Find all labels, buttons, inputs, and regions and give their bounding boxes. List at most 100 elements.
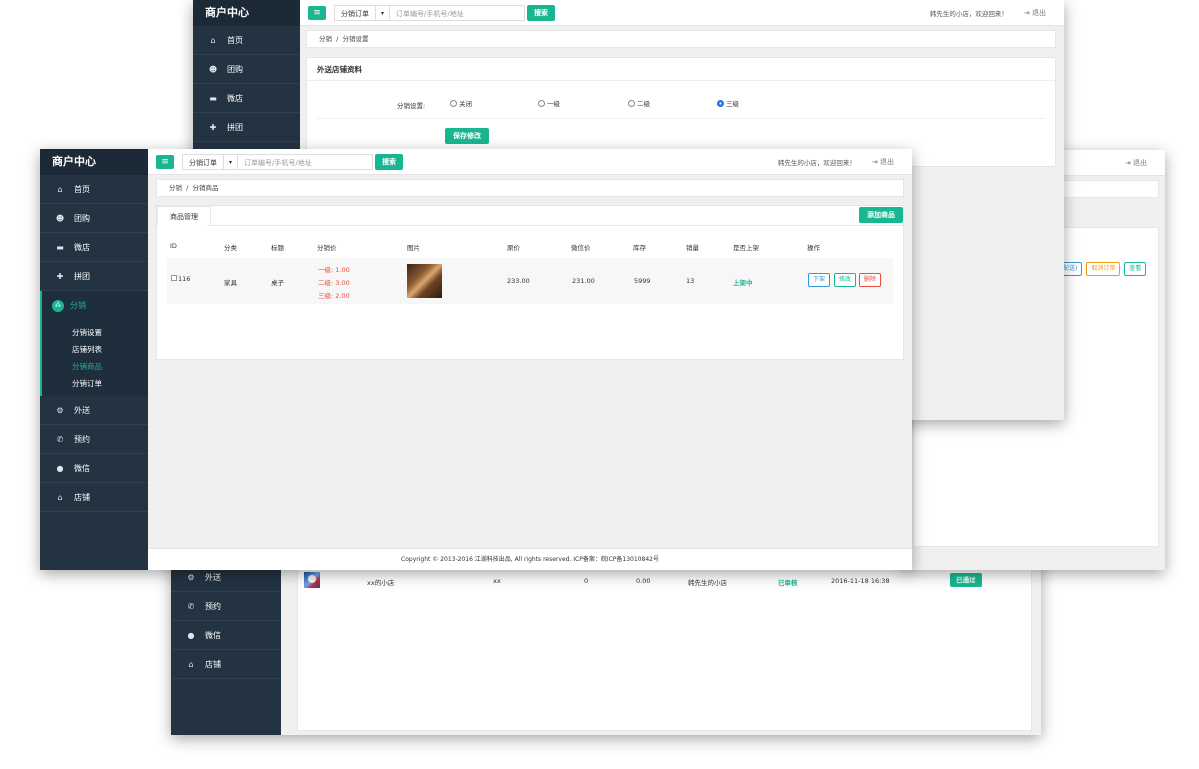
sidebar: 商户中心 ⌂ 首页 ☻ 团购 ▬ 微店 ✚ 拼团 ⁂ 分销 分销设置 店铺列表 分销商品 …: [40, 149, 148, 570]
sidebar-item-label: 团购: [74, 213, 90, 223]
row-checkbox[interactable]: [171, 275, 177, 281]
card-icon: ▬: [56, 242, 64, 252]
section-title: 外送店铺资料: [317, 65, 362, 74]
sidebar-item-dianpu[interactable]: ⌂ 店铺: [171, 650, 281, 679]
logout-label: 退出: [880, 157, 894, 166]
cell-wechat-price: 231.00: [572, 277, 595, 285]
sidebar-item-fenxiao[interactable]: ⁂ 分销: [42, 291, 148, 320]
search-button[interactable]: 搜索: [527, 4, 555, 21]
column-header: 销量: [686, 244, 699, 252]
sidebar-item-label: 微信: [205, 630, 221, 640]
sidebar-item-weidian[interactable]: ▬ 微店: [193, 84, 300, 113]
sidebar-item-yuyue[interactable]: ✆ 预约: [40, 425, 148, 454]
radio-icon[interactable]: [538, 99, 545, 107]
cell-status: 上架中: [733, 279, 753, 287]
sidebar-item-dianpu[interactable]: ⌂ 店铺: [40, 483, 148, 512]
sidebar-item-tuangou[interactable]: ☻ 团购: [40, 204, 148, 233]
cancel-order-button[interactable]: 取消订单: [1086, 262, 1121, 276]
radio-icon[interactable]: [628, 99, 635, 107]
tab-product-management[interactable]: 商品管理: [157, 206, 211, 226]
sidebar-item-label: 拼团: [74, 271, 90, 281]
avatar: [304, 571, 320, 588]
motorcycle-icon: ⚙: [56, 405, 64, 415]
breadcrumb-bar: 分销 / 分销设置: [306, 30, 1056, 48]
radio-label: 关闭: [459, 100, 472, 108]
add-product-button[interactable]: 添加商品: [859, 207, 903, 223]
user-plus-icon: ✚: [209, 122, 217, 132]
search-type-select[interactable]: 分销订单: [182, 153, 224, 170]
sidebar-item-weixin[interactable]: ● 微信: [171, 621, 281, 650]
submenu-fenxiao-orders[interactable]: 分销订单: [72, 375, 148, 392]
setting-label: 分销设置:: [397, 102, 426, 110]
sidebar-item-waisong[interactable]: ⚙ 外送: [40, 396, 148, 425]
column-header: 标题: [271, 244, 284, 252]
radio-icon[interactable]: [450, 99, 457, 107]
submenu-fenxiao-settings[interactable]: 分销设置: [72, 324, 148, 341]
cell-tier-3: 三级: 2.00: [318, 292, 350, 300]
sidebar-item-yuyue[interactable]: ✆ 预约: [171, 592, 281, 621]
logout-label: 退出: [1032, 8, 1046, 17]
brand-title: 商户中心: [193, 0, 300, 26]
approved-button[interactable]: 已通过: [950, 572, 982, 587]
search-type-select[interactable]: 分销订单: [334, 4, 376, 21]
chevron-down-icon[interactable]: ▾: [224, 153, 238, 170]
cell-shop-name: xx的小店: [367, 578, 395, 587]
bank-icon: ⌂: [188, 659, 194, 669]
sidebar-item-home[interactable]: ⌂ 首页: [193, 26, 300, 55]
sidebar-item-tuangou[interactable]: ☻ 团购: [193, 55, 300, 84]
logout-link[interactable]: ⇥ 退出: [872, 157, 894, 167]
sidebar-item-pintuan[interactable]: ✚ 拼团: [40, 262, 148, 291]
radio-option[interactable]: 二级: [628, 98, 650, 108]
sidebar-item-label: 微店: [74, 242, 90, 252]
logout-link[interactable]: ⇥ 退出: [1024, 8, 1046, 18]
search-button[interactable]: 搜索: [375, 153, 403, 170]
sidebar-item-label: 分销: [70, 301, 86, 310]
sidebar-item-label: 首页: [74, 184, 90, 194]
radio-option[interactable]: 一级: [538, 98, 560, 108]
sidebar-item-weidian[interactable]: ▬ 微店: [40, 233, 148, 262]
column-header: 是否上架: [733, 244, 759, 252]
breadcrumb-current: 分销商品: [192, 184, 219, 192]
submenu-fenxiao-products[interactable]: 分销商品: [72, 358, 148, 375]
breadcrumb-link[interactable]: 分销: [319, 35, 332, 43]
sidebar-item-weixin[interactable]: ● 微信: [40, 454, 148, 483]
sidebar-item-label: 预约: [74, 434, 90, 444]
menu-toggle-button[interactable]: ≡: [308, 5, 326, 20]
topbar: ≡ 分销订单 ▾ 订单编号/手机号/地址 搜索 韩先生的小店，欢迎回来！ ⇥ 退…: [148, 149, 912, 175]
sidebar-item-label: 店铺: [74, 492, 90, 502]
sidebar-submenu: 分销设置 店铺列表 分销商品 分销订单: [42, 320, 148, 396]
search-input[interactable]: 订单编号/手机号/地址: [390, 4, 525, 21]
table-row: 116 家具 桌子 一级: 1.00 二级: 3.00 三级: 2.00 233…: [167, 258, 893, 304]
welcome-text: 韩先生的小店，欢迎回来！: [777, 158, 856, 167]
radio-label: 一级: [547, 100, 560, 108]
breadcrumb-bar: 分销 / 分销商品: [156, 179, 904, 197]
cell-tier-2: 二级: 3.00: [318, 279, 350, 287]
sidebar-item-pintuan[interactable]: ✚ 拼团: [193, 113, 300, 142]
card-icon: ▬: [209, 93, 217, 103]
column-header: 库存: [633, 244, 646, 252]
submenu-shop-list[interactable]: 店铺列表: [72, 341, 148, 358]
search-input[interactable]: 订单编号/手机号/地址: [238, 153, 373, 170]
column-header: 原价: [507, 244, 520, 252]
column-header: 操作: [807, 244, 820, 252]
radio-checked-icon[interactable]: [717, 99, 724, 107]
radio-option[interactable]: 关闭: [450, 98, 472, 108]
chevron-down-icon[interactable]: ▾: [376, 4, 390, 21]
cell-time: 2016-11-18 16:38: [831, 576, 890, 585]
unlist-button[interactable]: 下架: [808, 273, 831, 287]
logout-link[interactable]: ⇥ 退出: [1125, 158, 1147, 168]
radio-label: 三级: [726, 100, 739, 108]
cell-amount: 0.00: [636, 576, 651, 585]
menu-toggle-button[interactable]: ≡: [156, 154, 174, 169]
save-button[interactable]: 保存修改: [445, 128, 489, 144]
view-button[interactable]: 查看: [1124, 262, 1147, 276]
sidebar-item-home[interactable]: ⌂ 首页: [40, 175, 148, 204]
product-image[interactable]: [407, 264, 442, 298]
edit-button[interactable]: 修改: [834, 273, 857, 287]
radio-option[interactable]: 三级: [717, 98, 739, 108]
delete-button[interactable]: 删除: [859, 273, 882, 287]
breadcrumb-link[interactable]: 分销: [169, 184, 182, 192]
logout-label: 退出: [1133, 158, 1147, 167]
column-header: ID: [170, 242, 177, 250]
cell-stock: 5999: [634, 277, 651, 285]
